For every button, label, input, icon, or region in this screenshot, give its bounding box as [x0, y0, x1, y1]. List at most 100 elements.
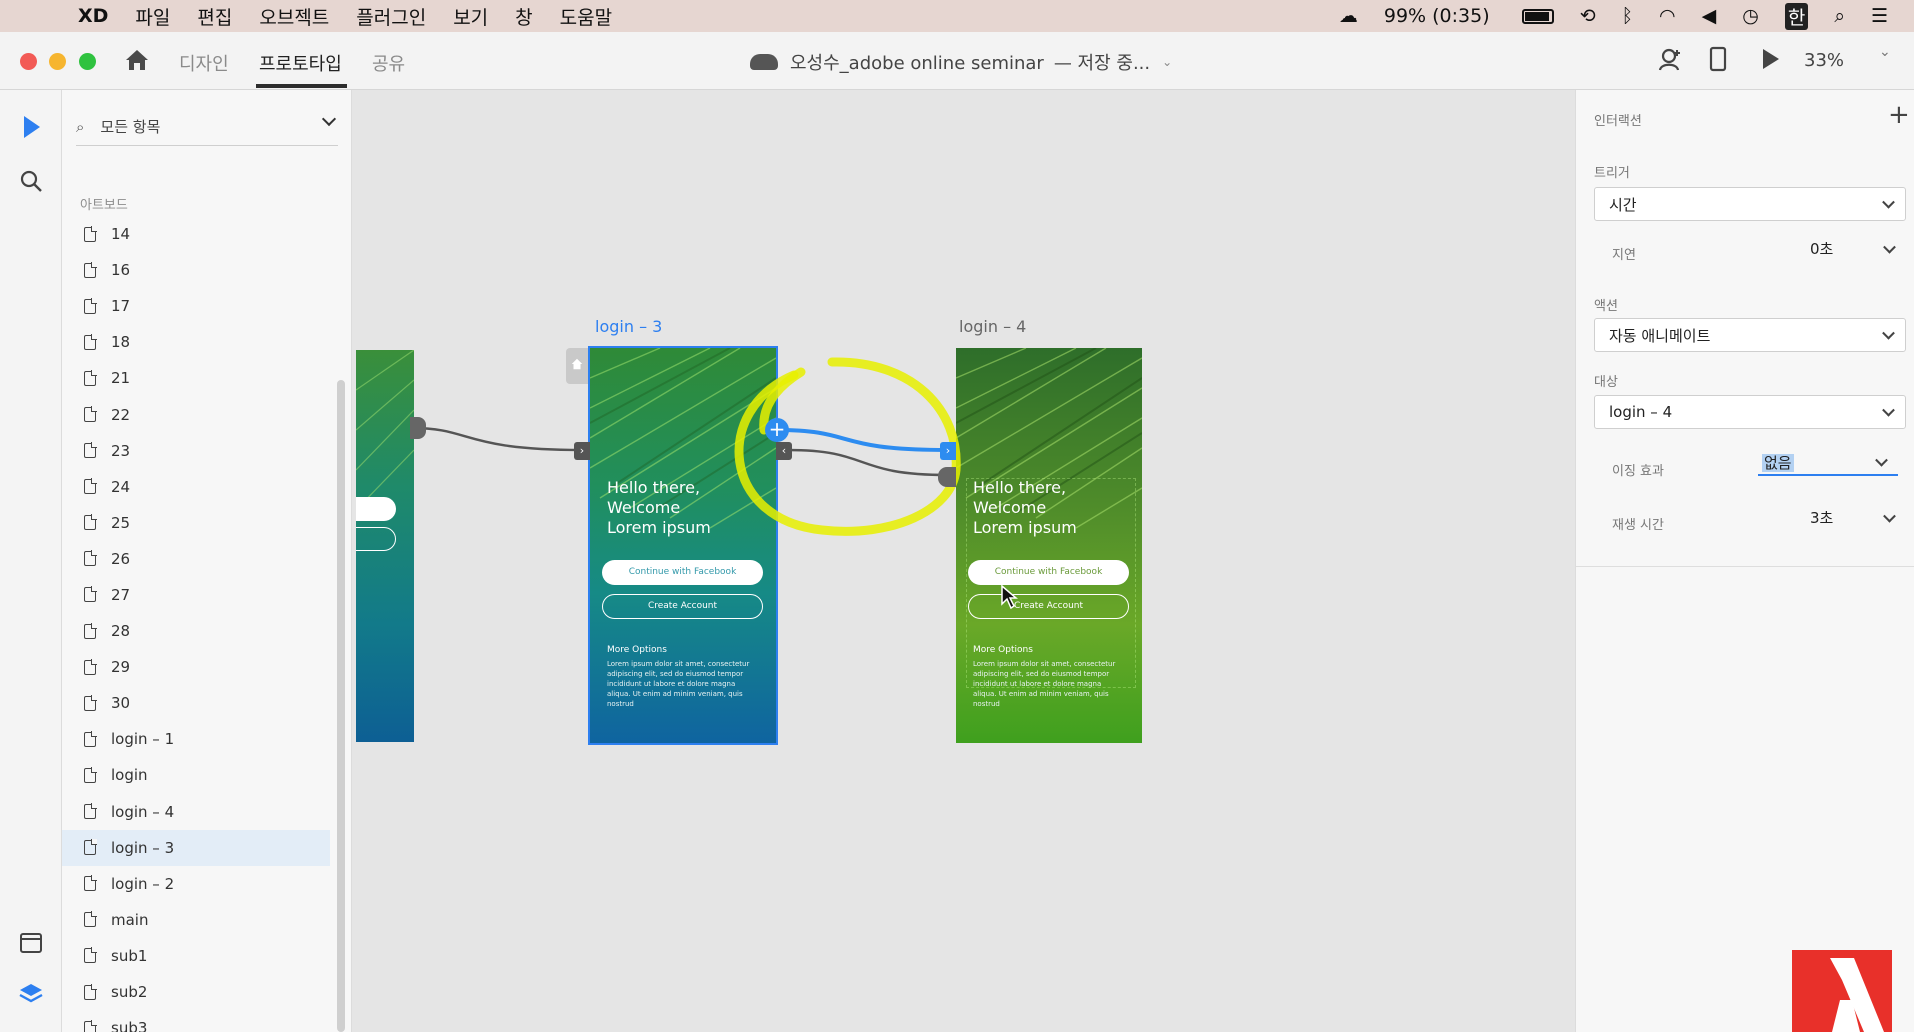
- home-artboard-marker[interactable]: [566, 348, 590, 384]
- layer-item-label: sub1: [111, 946, 148, 965]
- artboard-login-4[interactable]: Hello there, Welcome Lorem ipsum Continu…: [956, 348, 1142, 743]
- trigger-dropdown[interactable]: 시간: [1594, 187, 1906, 221]
- menu-app-name[interactable]: XD: [78, 5, 108, 27]
- layer-item[interactable]: sub3: [62, 1010, 330, 1032]
- menu-object[interactable]: 오브젝트: [259, 3, 329, 30]
- partial-button: [356, 497, 396, 521]
- layer-item-label: 16: [111, 261, 131, 280]
- menu-file[interactable]: 파일: [135, 3, 170, 30]
- layer-item[interactable]: 18: [62, 324, 330, 360]
- menu-plugins[interactable]: 플러그인: [356, 3, 426, 30]
- layer-item-label: login: [111, 766, 148, 785]
- layer-item[interactable]: 29: [62, 649, 330, 685]
- chevron-down-icon[interactable]: [321, 111, 337, 127]
- layer-item[interactable]: main: [62, 902, 330, 938]
- select-tool-icon[interactable]: [18, 114, 44, 140]
- add-interaction-icon[interactable]: +: [765, 418, 789, 442]
- layer-item[interactable]: login: [62, 757, 330, 793]
- layer-item[interactable]: login – 1: [62, 721, 330, 757]
- home-icon[interactable]: [123, 46, 151, 74]
- layers-panel: ⌕ 모든 항목 아트보드 14 16 17 18 21 22 23 24 25 26 27 28 29 3…: [62, 90, 352, 1032]
- battery-status[interactable]: 99% (0:35): [1384, 5, 1554, 27]
- chevron-down-icon: ⌄: [1162, 55, 1173, 69]
- layer-item[interactable]: 21: [62, 360, 330, 396]
- layer-item[interactable]: 22: [62, 396, 330, 432]
- layer-item[interactable]: login – 4: [62, 794, 330, 830]
- layer-item[interactable]: sub2: [62, 974, 330, 1010]
- layer-search[interactable]: ⌕ 모든 항목: [76, 108, 338, 146]
- layer-item[interactable]: 24: [62, 469, 330, 505]
- zoom-chevron-icon[interactable]: ⌄: [1879, 44, 1891, 60]
- connector-arrow-back[interactable]: ‹: [776, 442, 792, 460]
- document-title[interactable]: 오성수_adobe online seminar — 저장 중... ⌄: [750, 49, 1172, 75]
- layers-panel-icon[interactable]: [18, 981, 44, 1007]
- duration-dropdown[interactable]: 3초: [1806, 505, 1906, 531]
- menu-window[interactable]: 창: [515, 3, 532, 30]
- layer-item-label: 26: [111, 549, 131, 568]
- layer-item[interactable]: 25: [62, 505, 330, 541]
- connector-handle[interactable]: [938, 467, 956, 487]
- invite-user-icon[interactable]: [1657, 46, 1683, 72]
- input-source-icon[interactable]: 한: [1784, 2, 1809, 30]
- delay-dropdown[interactable]: 0초: [1806, 236, 1906, 262]
- assets-panel-icon[interactable]: [18, 930, 44, 956]
- volume-icon[interactable]: ◀: [1702, 5, 1717, 27]
- artboard-title-login-3[interactable]: login – 3: [595, 317, 662, 336]
- layer-item[interactable]: login – 3: [62, 829, 330, 866]
- connector-arrow-in[interactable]: ›: [574, 442, 590, 460]
- layer-item[interactable]: login – 2: [62, 866, 330, 902]
- zoom-tool-icon[interactable]: [18, 168, 44, 194]
- layer-item[interactable]: 27: [62, 577, 330, 613]
- time-machine-icon[interactable]: ⟲: [1580, 5, 1596, 27]
- artboards-section-label: 아트보드: [80, 198, 128, 213]
- artboard-facebook-button[interactable]: Continue with Facebook: [602, 560, 763, 585]
- menu-view[interactable]: 보기: [453, 3, 488, 30]
- menu-edit[interactable]: 편집: [197, 3, 232, 30]
- layer-item-label: 28: [111, 622, 131, 641]
- artboard-page-icon: [84, 803, 97, 820]
- tab-share[interactable]: 공유: [372, 50, 405, 76]
- notification-center-icon[interactable]: ☰: [1871, 5, 1888, 27]
- layer-item[interactable]: 16: [62, 252, 330, 288]
- minimize-window-button[interactable]: [49, 53, 66, 70]
- target-dropdown[interactable]: login – 4: [1594, 395, 1906, 429]
- tab-design[interactable]: 디자인: [179, 50, 229, 76]
- artboard-login-3[interactable]: Hello there, Welcome Lorem ipsum Continu…: [588, 346, 778, 745]
- device-preview-icon[interactable]: [1708, 46, 1728, 72]
- wifi-icon[interactable]: ◠: [1659, 5, 1676, 27]
- zoom-level[interactable]: 33%: [1804, 50, 1844, 71]
- layer-item[interactable]: 26: [62, 541, 330, 577]
- layer-item[interactable]: sub1: [62, 938, 330, 974]
- artboard-page-icon: [84, 550, 97, 567]
- creative-cloud-icon[interactable]: ☁: [1339, 5, 1358, 27]
- design-canvas[interactable]: login – 3 Hello there, Welcome Lorem ips…: [352, 90, 1575, 1032]
- cloud-document-icon: [750, 54, 778, 70]
- clock-icon[interactable]: ◷: [1742, 5, 1759, 27]
- bluetooth-icon[interactable]: ᛒ: [1622, 5, 1633, 27]
- action-dropdown[interactable]: 자동 애니메이트: [1594, 318, 1906, 352]
- artboard-partial[interactable]: [356, 350, 414, 742]
- artboard-page-icon: [84, 911, 97, 928]
- spotlight-icon[interactable]: ⌕: [1834, 5, 1845, 27]
- easing-dropdown[interactable]: 없음: [1758, 450, 1898, 476]
- artboard-more-options: More Options: [607, 645, 667, 655]
- add-interaction-button[interactable]: +: [1888, 100, 1910, 130]
- menu-help[interactable]: 도움말: [560, 3, 612, 30]
- layer-item[interactable]: 23: [62, 433, 330, 469]
- artboard-create-account-button[interactable]: Create Account: [602, 594, 763, 619]
- layer-item[interactable]: 17: [62, 288, 330, 324]
- zoom-window-button[interactable]: [79, 53, 96, 70]
- close-window-button[interactable]: [20, 53, 37, 70]
- connector-handle[interactable]: [410, 417, 426, 439]
- target-label: 대상: [1594, 375, 1618, 390]
- layer-item[interactable]: 28: [62, 613, 330, 649]
- layer-item[interactable]: 30: [62, 685, 330, 721]
- layer-item-label: 22: [111, 405, 131, 424]
- tab-prototype[interactable]: 프로토타입: [259, 50, 342, 76]
- layers-scrollbar[interactable]: [337, 380, 345, 1032]
- layer-item[interactable]: 14: [62, 216, 330, 252]
- connector-arrow-target[interactable]: ›: [940, 442, 956, 460]
- artboard-title-login-4[interactable]: login – 4: [959, 317, 1026, 336]
- play-preview-icon[interactable]: [1760, 46, 1782, 72]
- artboard-page-icon: [84, 983, 97, 1000]
